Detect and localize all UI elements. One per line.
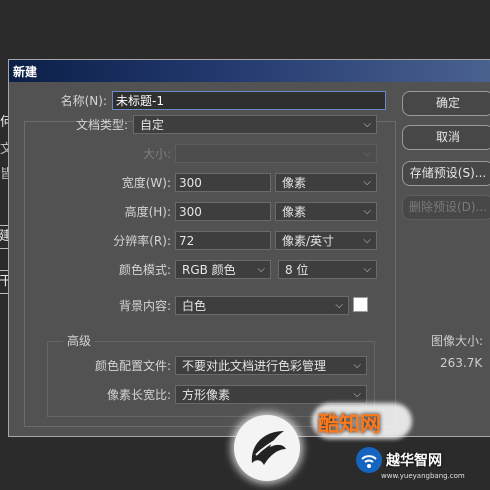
- width-value: 300: [179, 176, 202, 190]
- color-profile-value: 不要对此文档进行色彩管理: [182, 359, 327, 373]
- dialog-title: 新建: [13, 65, 38, 79]
- height-label: 高度(H):: [124, 205, 171, 219]
- cancel-button[interactable]: 取消: [402, 125, 490, 150]
- resolution-input[interactable]: 72: [175, 231, 271, 250]
- save-preset-button[interactable]: 存储预设(S)...: [402, 161, 490, 186]
- watermark-site-name: 越华智网: [386, 453, 442, 469]
- chevron-down-icon: ⌵: [353, 360, 361, 371]
- background-color-swatch[interactable]: [353, 297, 368, 312]
- new-document-dialog: 新建 名称(N): 未标题-1 文档类型: 自定 ⌵ 大小: ⌵ 宽度(W): 3…: [8, 59, 490, 437]
- width-unit-select[interactable]: 像素 ⌵: [275, 173, 377, 192]
- background-contents-value: 白色: [182, 299, 207, 313]
- bit-depth-select[interactable]: 8 位 ⌵: [278, 260, 377, 279]
- size-select: ⌵: [175, 144, 377, 163]
- height-unit-value: 像素: [282, 205, 307, 219]
- resolution-unit-value: 像素/英寸: [282, 234, 335, 248]
- resolution-value: 72: [179, 234, 195, 248]
- color-profile-select[interactable]: 不要对此文档进行色彩管理 ⌵: [175, 356, 367, 375]
- chevron-down-icon: ⌵: [353, 389, 361, 400]
- watermark-logo: [234, 415, 300, 481]
- bit-depth-value: 8 位: [285, 263, 309, 277]
- wifi-badge-icon: [356, 447, 382, 473]
- dialog-titlebar[interactable]: 新建: [9, 60, 490, 82]
- name-label: 名称(N):: [60, 94, 107, 108]
- height-input[interactable]: 300: [175, 202, 271, 221]
- delete-preset-button: 删除预设(D)...: [402, 195, 490, 220]
- width-unit-value: 像素: [282, 176, 307, 190]
- chevron-down-icon: ⌵: [363, 264, 371, 275]
- doc-type-label: 文档类型:: [75, 118, 128, 132]
- chevron-down-icon: ⌵: [363, 119, 371, 130]
- resolution-label: 分辨率(R):: [113, 234, 171, 248]
- pixel-aspect-select[interactable]: 方形像素 ⌵: [175, 385, 367, 404]
- background-contents-select[interactable]: 白色 ⌵: [175, 296, 349, 315]
- pixel-aspect-value: 方形像素: [182, 388, 231, 402]
- ok-button[interactable]: 确定: [402, 91, 490, 116]
- name-input-value: 未标题-1: [116, 94, 164, 108]
- advanced-group-title: 高级: [63, 333, 96, 349]
- chevron-down-icon: ⌵: [363, 148, 371, 159]
- name-input[interactable]: 未标题-1: [112, 91, 386, 110]
- pixel-aspect-label: 像素长宽比:: [106, 388, 171, 402]
- width-label: 宽度(W):: [121, 176, 171, 190]
- color-mode-value: RGB 颜色: [182, 263, 236, 277]
- resolution-unit-select[interactable]: 像素/英寸 ⌵: [275, 231, 377, 250]
- chevron-down-icon: ⌵: [257, 264, 265, 275]
- color-profile-label: 颜色配置文件:: [94, 359, 171, 373]
- background-contents-label: 背景内容:: [118, 299, 171, 313]
- color-mode-select[interactable]: RGB 颜色 ⌵: [175, 260, 271, 279]
- doc-type-value: 自定: [140, 118, 165, 132]
- watermark-site-url: www.yueyangbang.com: [381, 472, 465, 480]
- height-unit-select[interactable]: 像素 ⌵: [275, 202, 377, 221]
- height-value: 300: [179, 205, 202, 219]
- size-label: 大小:: [142, 147, 171, 161]
- watermark-text: 酷知网: [318, 412, 381, 436]
- chevron-down-icon: ⌵: [335, 300, 343, 311]
- image-size-label: 图像大小:: [431, 334, 484, 348]
- width-input[interactable]: 300: [175, 173, 271, 192]
- chevron-down-icon: ⌵: [363, 177, 371, 188]
- chevron-down-icon: ⌵: [363, 235, 371, 246]
- chevron-down-icon: ⌵: [363, 206, 371, 217]
- image-size-value: 263.7K: [440, 356, 483, 370]
- leaf-logo-icon: [251, 431, 286, 465]
- color-mode-label: 颜色模式:: [118, 263, 171, 277]
- doc-type-select[interactable]: 自定 ⌵: [133, 115, 377, 134]
